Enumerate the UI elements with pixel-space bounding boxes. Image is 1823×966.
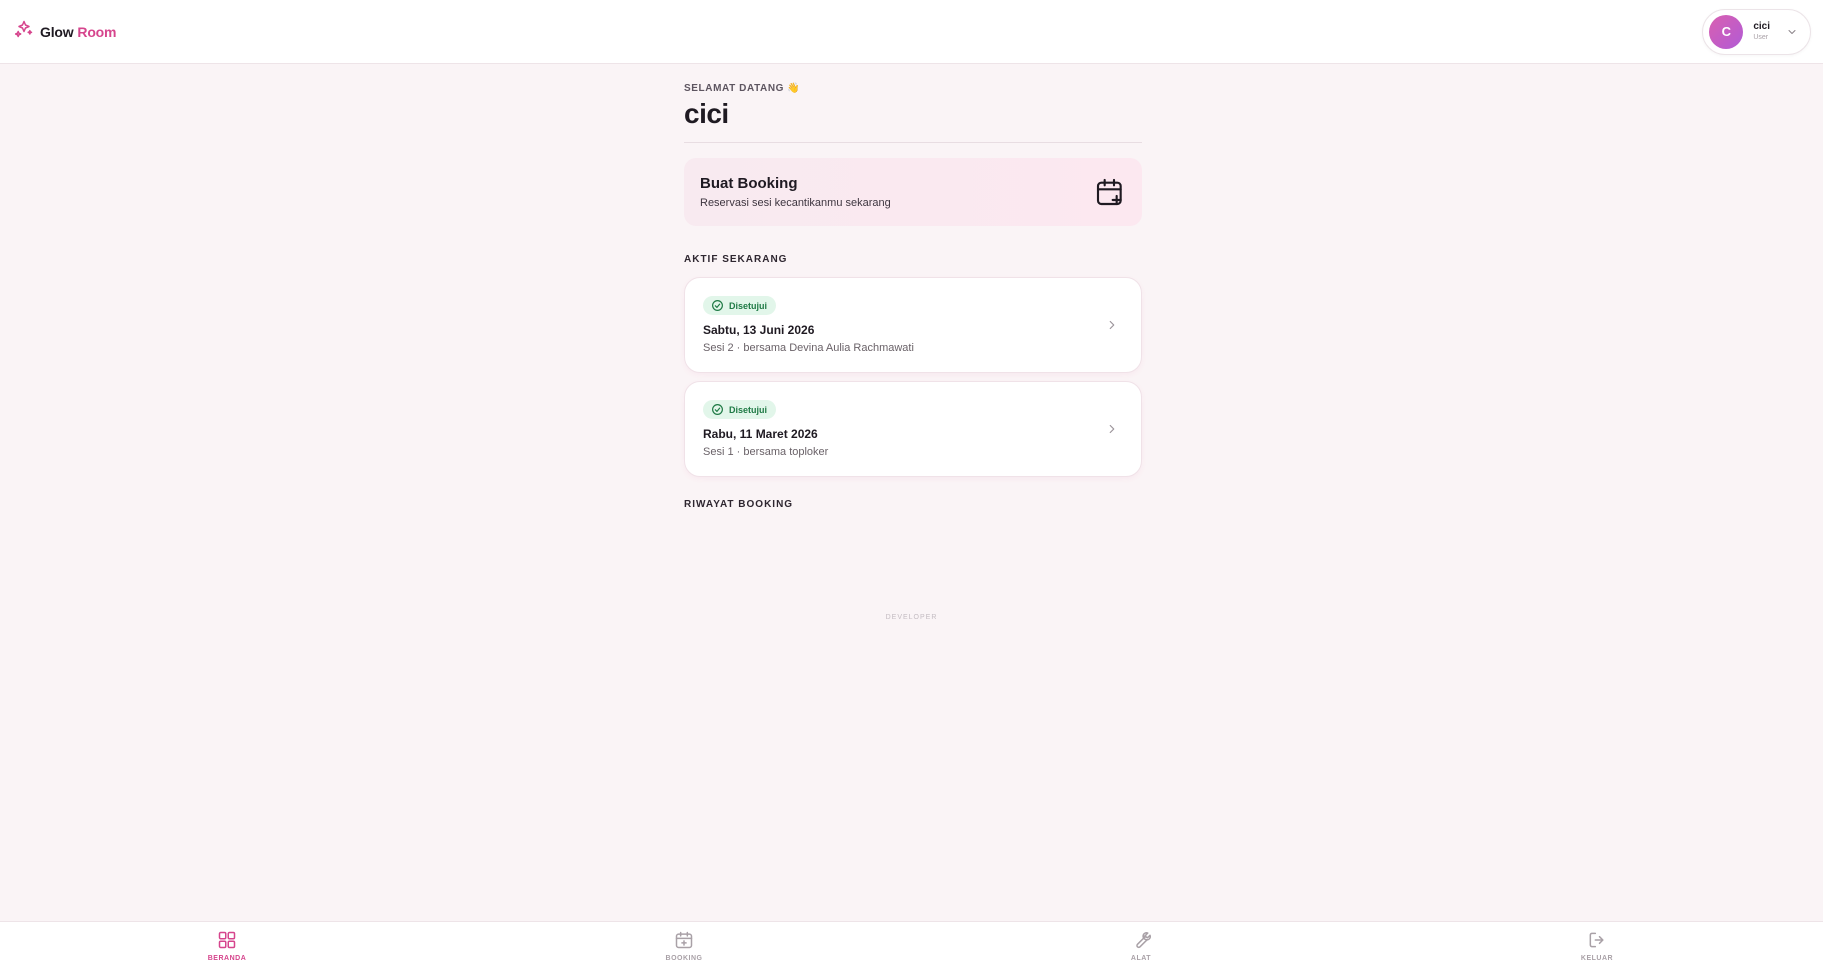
section-history-label: RIWAYAT BOOKING — [684, 499, 794, 510]
check-circle-icon — [711, 299, 724, 312]
section-active-label: AKTIF SEKARANG — [684, 254, 788, 265]
user-role: User — [1753, 34, 1769, 41]
nav-label: KELUAR — [1580, 955, 1614, 962]
page-title: cici — [684, 98, 729, 129]
avatar: C — [1709, 14, 1744, 49]
nav-item-keluar[interactable]: KELUAR — [1557, 930, 1637, 962]
calendar-plus-icon — [1094, 176, 1126, 208]
user-info: cici User — [1753, 21, 1770, 42]
chevron-right-icon — [1105, 318, 1119, 332]
booking-date: Sabtu, 13 Juni 2026 — [703, 323, 815, 337]
wrench-icon — [1131, 930, 1151, 950]
nav-label: BOOKING — [665, 955, 703, 962]
create-booking-text: Buat Booking Reservasi sesi kecantikanmu… — [700, 175, 891, 209]
brand-name-part1: Glow — [40, 23, 74, 40]
create-booking-button[interactable]: Buat Booking Reservasi sesi kecantikanmu… — [684, 158, 1142, 226]
brand-name: Glow Room — [40, 24, 116, 40]
developer-link[interactable]: DEVELOPER — [0, 614, 1823, 621]
create-booking-title: Buat Booking — [700, 175, 798, 192]
check-circle-icon — [711, 403, 724, 416]
chevron-right-icon — [1105, 422, 1119, 436]
brand-name-part2: Room — [77, 23, 117, 40]
top-bar: Glow Room C cici User — [0, 0, 1823, 64]
booking-card[interactable]: Disetujui Sabtu, 13 Juni 2026 Sesi 2 · b… — [684, 277, 1142, 373]
brand-logo[interactable]: Glow Room — [14, 19, 116, 44]
status-badge: Disetujui — [703, 296, 777, 315]
nav-item-beranda[interactable]: BERANDA — [187, 930, 267, 962]
main-content: SELAMAT DATANG 👋 cici Buat Booking Reser… — [684, 64, 1142, 510]
nav-label: BERANDA — [207, 955, 247, 962]
nav-item-booking[interactable]: BOOKING — [644, 930, 724, 962]
status-badge: Disetujui — [703, 400, 777, 419]
user-menu-button[interactable]: C cici User — [1702, 8, 1811, 55]
logout-icon — [1587, 930, 1607, 950]
booking-detail: Sesi 2 · bersama Devina Aulia Rachmawati — [703, 342, 914, 354]
calendar-plus-icon — [674, 930, 694, 950]
chevron-down-icon — [1786, 26, 1798, 38]
status-label: Disetujui — [729, 300, 768, 311]
nav-item-alat[interactable]: ALAT — [1101, 930, 1181, 962]
nav-label: ALAT — [1130, 955, 1152, 962]
divider — [684, 142, 1142, 143]
create-booking-subtitle: Reservasi sesi kecantikanmu sekarang — [700, 197, 891, 209]
booking-detail: Sesi 1 · bersama toploker — [703, 446, 829, 458]
booking-card[interactable]: Disetujui Rabu, 11 Maret 2026 Sesi 1 · b… — [684, 381, 1142, 477]
sparkles-icon — [14, 19, 34, 44]
user-name: cici — [1753, 21, 1770, 32]
bottom-nav: BERANDA BOOKING ALAT KELUAR — [0, 921, 1823, 966]
welcome-label: SELAMAT DATANG 👋 — [684, 83, 801, 94]
status-label: Disetujui — [729, 404, 768, 415]
booking-date: Rabu, 11 Maret 2026 — [703, 427, 818, 441]
dashboard-grid-icon — [217, 930, 237, 950]
